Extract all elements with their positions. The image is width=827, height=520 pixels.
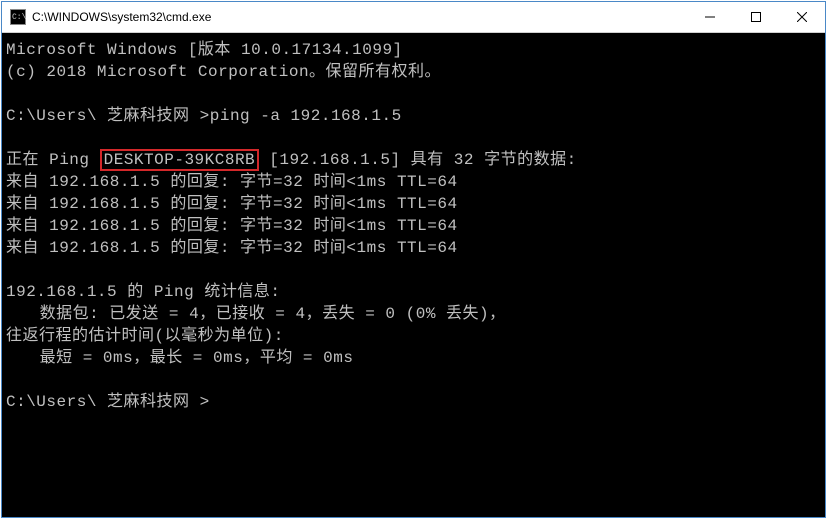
svg-text:C:\: C:\: [12, 13, 26, 22]
stats-rtt-header: 往返行程的估计时间(以毫秒为单位):: [6, 327, 284, 345]
cmd-icon: C:\: [10, 9, 26, 25]
terminal-output[interactable]: Microsoft Windows [版本 10.0.17134.1099] (…: [2, 33, 825, 517]
banner-line: (c) 2018 Microsoft Corporation。保留所有权利。: [6, 63, 441, 81]
ping-reply: 来自 192.168.1.5 的回复: 字节=32 时间<1ms TTL=64: [6, 239, 458, 257]
titlebar[interactable]: C:\ C:\WINDOWS\system32\cmd.exe: [2, 2, 825, 33]
prompt-path: C:\Users\ 芝麻科技网 >: [6, 393, 210, 411]
stats-rtt: 最短 = 0ms，最长 = 0ms，平均 = 0ms: [40, 349, 354, 367]
ping-header-prefix: 正在 Ping: [6, 151, 100, 169]
stats-packets: 数据包: 已发送 = 4，已接收 = 4，丢失 = 0 (0% 丢失)，: [40, 305, 506, 323]
hostname-highlight: DESKTOP-39KC8RB: [100, 149, 260, 171]
stats-header: 192.168.1.5 的 Ping 统计信息:: [6, 283, 280, 301]
ping-reply: 来自 192.168.1.5 的回复: 字节=32 时间<1ms TTL=64: [6, 195, 458, 213]
ping-reply: 来自 192.168.1.5 的回复: 字节=32 时间<1ms TTL=64: [6, 173, 458, 191]
window-title: C:\WINDOWS\system32\cmd.exe: [32, 10, 211, 24]
close-button[interactable]: [779, 2, 825, 33]
banner-line: Microsoft Windows [版本 10.0.17134.1099]: [6, 41, 403, 59]
ping-reply: 来自 192.168.1.5 的回复: 字节=32 时间<1ms TTL=64: [6, 217, 458, 235]
ping-header-suffix: [192.168.1.5] 具有 32 字节的数据:: [259, 151, 577, 169]
close-icon: [797, 12, 807, 22]
minimize-button[interactable]: [687, 2, 733, 33]
minimize-icon: [705, 12, 715, 22]
cmd-window: C:\ C:\WINDOWS\system32\cmd.exe Microsof…: [1, 1, 826, 518]
maximize-icon: [751, 12, 761, 22]
prompt-command: ping -a 192.168.1.5: [210, 107, 402, 125]
maximize-button[interactable]: [733, 2, 779, 33]
prompt-path: C:\Users\ 芝麻科技网 >: [6, 107, 210, 125]
